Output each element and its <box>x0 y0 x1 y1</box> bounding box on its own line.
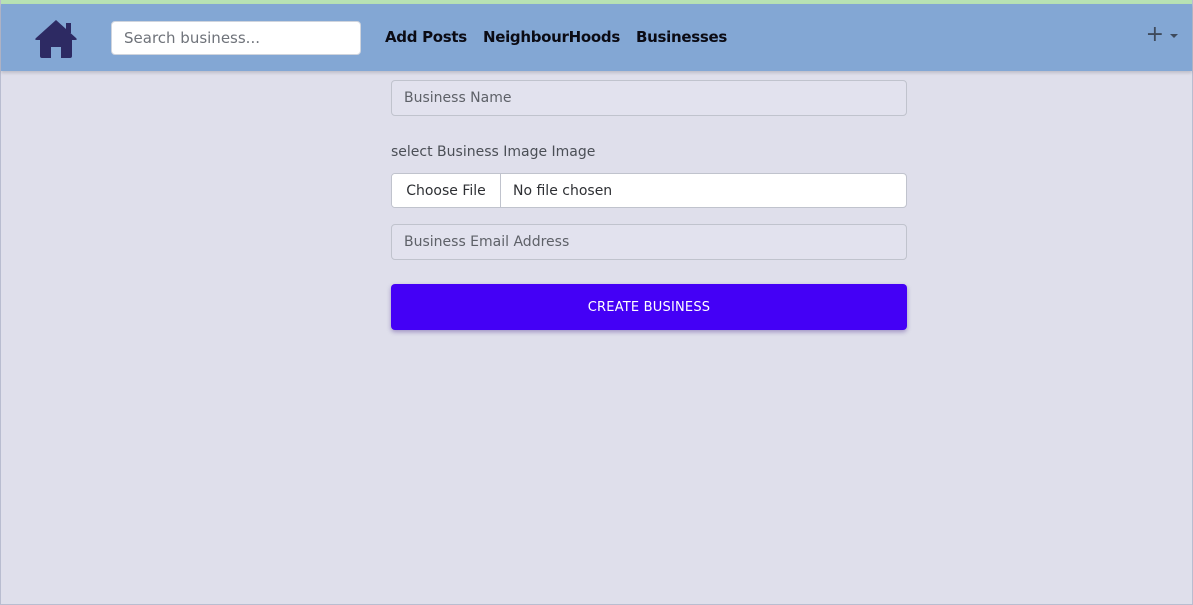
business-image-label: select Business Image Image <box>391 144 596 160</box>
chevron-down-icon <box>1170 34 1178 38</box>
page: Add Posts NeighbourHoods Businesses + se… <box>0 0 1193 605</box>
add-dropdown-toggle[interactable]: + <box>1146 24 1178 46</box>
search-input[interactable] <box>111 21 361 55</box>
nav-link-add-posts[interactable]: Add Posts <box>385 28 467 46</box>
navbar: Add Posts NeighbourHoods Businesses + <box>1 4 1192 71</box>
home-link[interactable] <box>33 18 79 60</box>
business-image-file-input[interactable]: Choose File No file chosen <box>391 173 907 208</box>
create-business-button[interactable]: CREATE BUSINESS <box>391 284 907 330</box>
create-business-form: select Business Image Image Choose File … <box>391 80 907 330</box>
plus-icon: + <box>1145 22 1164 47</box>
business-email-field[interactable] <box>391 224 907 260</box>
file-status-text: No file chosen <box>513 182 613 199</box>
nav-link-neighbourhoods[interactable]: NeighbourHoods <box>483 28 620 46</box>
nav-link-businesses[interactable]: Businesses <box>636 28 727 46</box>
choose-file-button[interactable]: Choose File <box>392 174 501 207</box>
business-name-field[interactable] <box>391 80 907 116</box>
nav-links: Add Posts NeighbourHoods Businesses <box>385 28 727 46</box>
house-icon <box>35 20 77 58</box>
